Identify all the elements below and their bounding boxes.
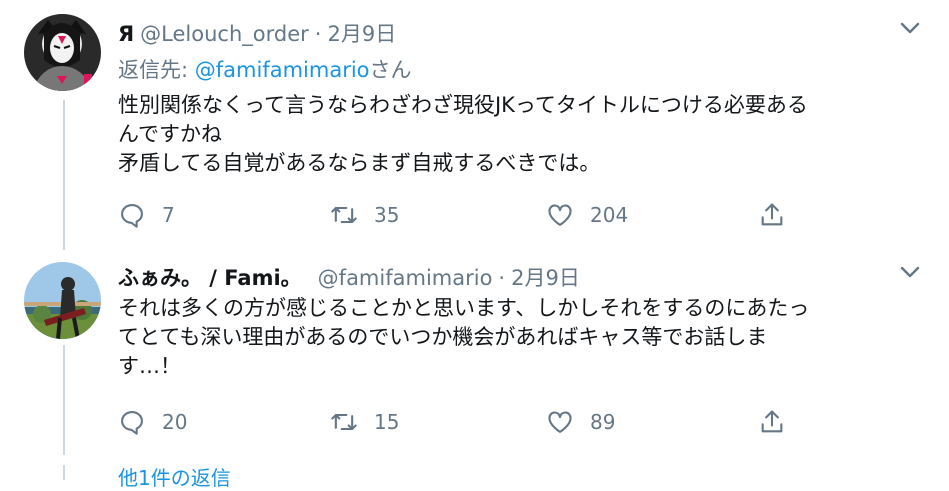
like-button[interactable]: 204 xyxy=(546,198,628,232)
tweet-text-line: 矛盾してる自覚があるならまず自戒するべきでは。 xyxy=(118,151,601,175)
tweet-header: Я @Lelouch_order · 2月9日 xyxy=(118,20,396,48)
display-name[interactable]: ふぁみ。 / Fami。 xyxy=(118,266,302,290)
avatar[interactable] xyxy=(24,14,101,91)
like-count: 89 xyxy=(590,410,616,434)
share-button[interactable] xyxy=(758,405,786,439)
share-icon xyxy=(761,410,783,433)
tweet-text-line: てとても深い理由があるのでいつか機会があればキャス等でお話しま xyxy=(118,325,768,349)
display-name[interactable]: Я xyxy=(118,22,134,46)
tweet-actions: 7 35 204 xyxy=(118,198,818,232)
tweet-header: ふぁみ。 / Fami。 @famifamimario · 2月9日 xyxy=(118,264,580,292)
user-handle[interactable]: @Lelouch_order xyxy=(140,22,309,46)
tweet[interactable]: Я @Lelouch_order · 2月9日 返信先: @famifamimario… xyxy=(0,0,949,250)
tweet-text-line: す…！ xyxy=(118,354,181,378)
chevron-down-icon[interactable] xyxy=(898,16,922,40)
reply-icon xyxy=(121,411,143,435)
retweet-count: 35 xyxy=(374,203,400,227)
chevron-down-icon[interactable] xyxy=(898,260,922,284)
tweet-text-line: んですかね xyxy=(118,122,222,146)
tweet[interactable]: ふぁみ。 / Fami。 @famifamimario · 2月9日 それは多くの方が… xyxy=(0,250,949,455)
like-icon xyxy=(548,204,572,226)
tweet-text-line: それは多くの方が感じることかと思います、しかしそれをするのにあたっ xyxy=(118,296,810,320)
replying-prefix: 返信先: xyxy=(118,58,195,82)
avatar-image xyxy=(24,262,101,339)
reply-button[interactable]: 20 xyxy=(118,405,187,439)
replying-suffix: さん xyxy=(369,58,412,82)
user-handle[interactable]: @famifamimario xyxy=(318,266,493,290)
separator-dot: · xyxy=(314,22,322,46)
reply-button[interactable]: 7 xyxy=(118,198,175,232)
mention-link[interactable]: @famifamimario xyxy=(195,58,370,82)
avatar-image xyxy=(24,14,101,91)
retweet-button[interactable]: 15 xyxy=(330,405,399,439)
separator-dot: · xyxy=(498,266,506,290)
reply-count: 20 xyxy=(162,410,188,434)
replying-to: 返信先: @famifamimarioさん xyxy=(118,56,412,84)
like-count: 204 xyxy=(590,203,629,227)
retweet-icon xyxy=(331,413,357,431)
tweet-actions: 20 15 89 xyxy=(118,405,818,439)
more-replies-link[interactable]: 他1件の返信 xyxy=(118,462,231,491)
share-button[interactable] xyxy=(758,198,786,232)
tweet-text: それは多くの方が感じることかと思います、しかしそれをするのにあたっ てとても深い… xyxy=(118,294,918,381)
thread-line xyxy=(63,465,65,480)
tweet-date[interactable]: 2月9日 xyxy=(511,266,580,290)
retweet-button[interactable]: 35 xyxy=(330,198,399,232)
like-button[interactable]: 89 xyxy=(546,405,615,439)
tweet-date[interactable]: 2月9日 xyxy=(327,22,396,46)
like-icon xyxy=(548,411,572,433)
retweet-count: 15 xyxy=(374,410,400,434)
reply-count: 7 xyxy=(162,203,175,227)
tweet-text-line: 性別関係なくって言うならわざわざ現役JKってタイトルにつける必要ある xyxy=(118,93,808,117)
reply-icon xyxy=(121,204,143,228)
avatar[interactable] xyxy=(24,262,101,339)
share-icon xyxy=(761,203,783,226)
tweet-text: 性別関係なくって言うならわざわざ現役JKってタイトルにつける必要ある んですかね… xyxy=(118,91,918,178)
retweet-icon xyxy=(331,206,357,224)
